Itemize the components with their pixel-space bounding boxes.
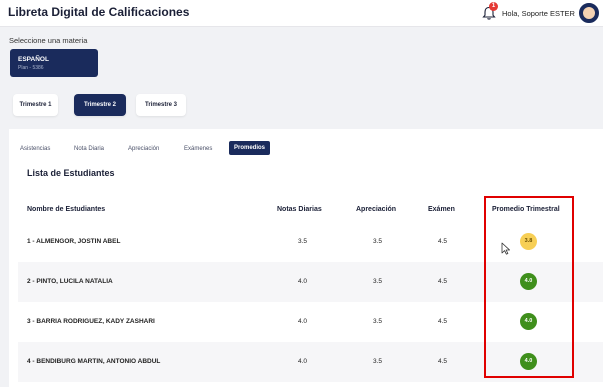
- subject-plan: Plan - 5386: [18, 65, 44, 71]
- column-header-examen: Exámen: [428, 206, 455, 213]
- student-name: 2 - PINTO, LUCILA NATALIA: [27, 278, 113, 285]
- notification-badge: 1: [489, 2, 498, 11]
- apreciacion-value: 3.5: [373, 278, 383, 285]
- examen-value: 4.5: [438, 358, 448, 365]
- tab-asistencias[interactable]: Asistencias: [20, 146, 50, 152]
- notas-diarias-value: 4.0: [298, 278, 308, 285]
- trimester-3-button[interactable]: Trimestre 3: [136, 94, 186, 116]
- examen-value: 4.5: [438, 238, 448, 245]
- column-header-name: Nombre de Estudiantes: [27, 206, 106, 213]
- user-greeting[interactable]: Hola, Soporte ESTER: [502, 9, 575, 18]
- apreciacion-value: 3.5: [373, 358, 383, 365]
- subject-card-espanol[interactable]: ESPAÑOL Plan - 5386: [10, 49, 98, 77]
- tab-promedios[interactable]: Promedios: [229, 141, 271, 155]
- column-header-notas-diarias: Notas Diarias: [277, 206, 322, 213]
- student-list-title: Lista de Estudiantes: [27, 168, 115, 178]
- tab-apreciacion[interactable]: Apreciación: [128, 146, 159, 152]
- tab-examenes[interactable]: Exámenes: [184, 146, 212, 152]
- student-name: 1 - ALMENGOR, JOSTIN ABEL: [27, 238, 121, 245]
- mouse-cursor-icon: [501, 242, 510, 255]
- student-name: 4 - BENDIBURG MARTIN, ANTONIO ABDUL: [27, 358, 161, 365]
- apreciacion-value: 3.5: [373, 318, 383, 325]
- column-header-apreciacion: Apreciación: [356, 206, 397, 213]
- trimester-1-button[interactable]: Trimestre 1: [13, 94, 58, 116]
- apreciacion-value: 3.5: [373, 238, 383, 245]
- top-bar: Libreta Digital de Calificaciones 1 Hola…: [0, 0, 603, 27]
- examen-value: 4.5: [438, 278, 448, 285]
- app-title: Libreta Digital de Calificaciones: [8, 5, 190, 19]
- avatar-face: [583, 7, 595, 19]
- notas-diarias-value: 3.5: [298, 238, 308, 245]
- notas-diarias-value: 4.0: [298, 358, 308, 365]
- tab-nota-diaria[interactable]: Nota Diaria: [74, 146, 104, 152]
- subject-name: ESPAÑOL: [18, 56, 49, 63]
- notas-diarias-value: 4.0: [298, 318, 308, 325]
- examen-value: 4.5: [438, 318, 448, 325]
- student-name: 3 - BARRIA RODRIGUEZ, KADY ZASHARI: [27, 318, 155, 325]
- subject-select-label: Seleccione una materia: [9, 36, 88, 45]
- avatar[interactable]: [579, 3, 599, 23]
- trimester-2-button[interactable]: Trimestre 2: [74, 94, 126, 116]
- highlight-box: [484, 196, 574, 378]
